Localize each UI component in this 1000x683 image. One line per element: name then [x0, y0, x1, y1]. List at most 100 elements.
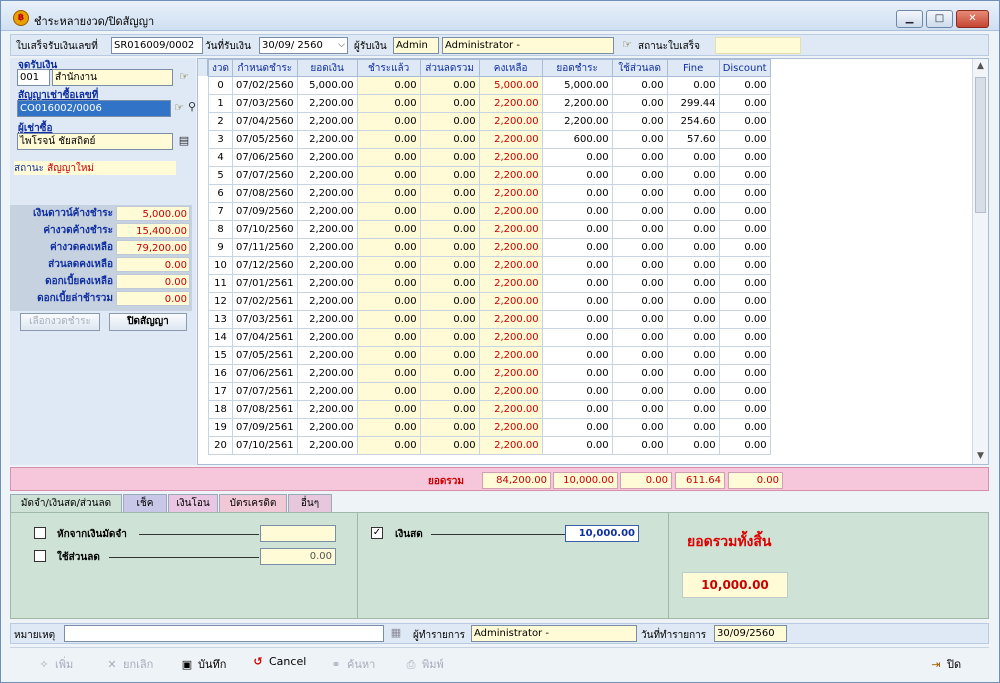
tab-credit-card[interactable]: บัตรเครดิต	[219, 494, 287, 513]
cancel-button[interactable]: ↺ Cancel	[250, 655, 306, 668]
scroll-up-icon[interactable]: ▲	[973, 59, 988, 74]
table-cell: 2,200.00	[296, 274, 358, 293]
remark-field[interactable]	[64, 625, 384, 642]
table-cell: 2,200.00	[296, 382, 358, 401]
table-row[interactable]: 17 07/07/2561 2,200.00 0.00 0.00 2,200.00 0.00…	[208, 382, 771, 401]
column-header[interactable]: ยอดชำระ	[541, 59, 613, 77]
chevron-down-icon[interactable]: ⌵	[338, 38, 345, 53]
table-row[interactable]: 5 07/07/2560 2,200.00 0.00 0.00 2,200.00 0.00 0…	[208, 166, 771, 185]
print-button[interactable]: ⎙ พิมพ์	[403, 655, 444, 673]
add-button[interactable]: ✧ เพิ่ม	[36, 655, 73, 673]
remark-bar: หมายเหตุ ▦ ผู้ทำรายการ Administrator - ว…	[10, 623, 989, 644]
table-row[interactable]: 7 07/09/2560 2,200.00 0.00 0.00 2,200.00 0.00 0…	[208, 202, 771, 221]
table-cell: 2,200.00	[478, 328, 543, 347]
cancel-th-button[interactable]: ✕ ยกเลิก	[104, 655, 153, 673]
table-row[interactable]: 0 07/02/2560 5,000.00 0.00 0.00 5,000.00 5,000…	[208, 76, 771, 95]
scroll-down-icon[interactable]: ▼	[973, 449, 988, 464]
table-cell: 0.00	[541, 238, 613, 257]
maximize-button[interactable]: □	[926, 10, 953, 28]
table-row[interactable]: 2 07/04/2560 2,200.00 0.00 0.00 2,200.00 2,200…	[208, 112, 771, 131]
lookup-icon[interactable]: ☞	[175, 69, 193, 86]
table-row[interactable]: 11 07/01/2561 2,200.00 0.00 0.00 2,200.00 0.00…	[208, 274, 771, 293]
tab-other[interactable]: อื่นๆ	[288, 494, 332, 513]
app-icon: ฿	[13, 10, 29, 26]
save-button[interactable]: ▣ บันทึก	[179, 655, 227, 673]
column-header[interactable]: งวด	[208, 59, 233, 77]
table-row[interactable]: 8 07/10/2560 2,200.00 0.00 0.00 2,200.00 0.00 0…	[208, 220, 771, 239]
lookup-icon[interactable]: ☞	[618, 37, 636, 54]
scroll-thumb[interactable]	[975, 77, 986, 213]
column-header[interactable]: ชำระแล้ว	[356, 59, 421, 77]
table-row[interactable]: 15 07/05/2561 2,200.00 0.00 0.00 2,200.00 0.00…	[208, 346, 771, 365]
select-period-button[interactable]: เลือกงวดชำระ	[20, 313, 100, 331]
table-cell: 299.44	[666, 94, 720, 113]
table-row[interactable]: 4 07/06/2560 2,200.00 0.00 0.00 2,200.00 0.00 0…	[208, 148, 771, 167]
table-row[interactable]: 13 07/03/2561 2,200.00 0.00 0.00 2,200.00 0.00…	[208, 310, 771, 329]
tab-cheque[interactable]: เช็ค	[123, 494, 167, 513]
use-discount-checkbox[interactable]	[34, 550, 46, 562]
contract-no-field[interactable]: CO016002/0006	[17, 100, 171, 117]
table-cell: 15	[208, 346, 233, 365]
table-row[interactable]: 19 07/09/2561 2,200.00 0.00 0.00 2,200.00 0.00…	[208, 418, 771, 437]
table-cell: 0.00	[419, 184, 480, 203]
table-cell: 2,200.00	[296, 94, 358, 113]
table-row[interactable]: 6 07/08/2560 2,200.00 0.00 0.00 2,200.00 0.00 0…	[208, 184, 771, 203]
table-cell: 0.00	[666, 382, 720, 401]
table-row[interactable]: 3 07/05/2560 2,200.00 0.00 0.00 2,200.00 600.0…	[208, 130, 771, 149]
notepad-icon[interactable]: ▦	[387, 625, 405, 642]
column-header[interactable]: คงเหลือ	[478, 59, 543, 77]
table-cell: 0.00	[356, 238, 421, 257]
table-row[interactable]: 10 07/12/2560 2,200.00 0.00 0.00 2,200.00 0.00…	[208, 256, 771, 275]
summary-row: เงินดาวน์ค้างชำระ 5,000.00	[10, 205, 192, 222]
table-row[interactable]: 14 07/04/2561 2,200.00 0.00 0.00 2,200.00 0.00…	[208, 328, 771, 347]
minimize-button[interactable]: ▁	[896, 10, 923, 28]
table-row[interactable]: 20 07/10/2561 2,200.00 0.00 0.00 2,200.00 0.00…	[208, 436, 771, 455]
column-header[interactable]: ส่วนลดรวม	[419, 59, 480, 77]
table-row[interactable]: 9 07/11/2560 2,200.00 0.00 0.00 2,200.00 0.00 0…	[208, 238, 771, 257]
table-cell: 2,200.00	[478, 94, 543, 113]
receiver-code-field[interactable]: Admin	[393, 37, 439, 54]
column-header[interactable]: ใช้ส่วนลด	[611, 59, 668, 77]
table-row[interactable]: 12 07/02/2561 2,200.00 0.00 0.00 2,200.00 0.00…	[208, 292, 771, 311]
table-cell: 2,200.00	[296, 436, 358, 455]
table-cell: 0.00	[419, 220, 480, 239]
close-window-button[interactable]: ✕	[956, 10, 989, 28]
column-header[interactable]: กำหนดชำระ	[232, 59, 298, 77]
table-cell: 0.00	[419, 310, 480, 329]
table-cell: 0.00	[419, 328, 480, 347]
tab-deposit-cash[interactable]: มัดจำ/เงินสด/ส่วนลด	[10, 494, 122, 513]
divider	[139, 534, 259, 535]
table-cell: 0.00	[419, 364, 480, 383]
table-cell: 0.00	[419, 202, 480, 221]
table-cell: 0.00	[666, 274, 720, 293]
exit-button[interactable]: ⇥ ปิด	[928, 655, 961, 673]
table-row[interactable]: 16 07/06/2561 2,200.00 0.00 0.00 2,200.00 0.00…	[208, 364, 771, 383]
use-discount-field[interactable]: 0.00	[260, 548, 336, 565]
column-header[interactable]: ยอดเงิน	[296, 59, 358, 77]
table-cell: 0.00	[419, 346, 480, 365]
deposit-deduct-field[interactable]	[260, 525, 336, 542]
deposit-deduct-checkbox[interactable]	[34, 527, 46, 539]
tab-transfer[interactable]: เงินโอน	[168, 494, 218, 513]
operator-field: Administrator -	[471, 625, 637, 642]
table-row[interactable]: 1 07/03/2560 2,200.00 0.00 0.00 2,200.00 2,200…	[208, 94, 771, 113]
cash-checkbox[interactable]: ✓	[371, 527, 383, 539]
cash-field[interactable]: 10,000.00	[565, 525, 639, 542]
column-header[interactable]: Discount	[718, 59, 771, 77]
payment-point-code-field[interactable]: 001	[17, 69, 50, 86]
table-cell: 12	[208, 292, 233, 311]
column-header[interactable]: Fine	[666, 59, 720, 77]
table-cell: 2,200.00	[478, 256, 543, 275]
search-button[interactable]: ⚭ ค้นหา	[328, 655, 375, 673]
table-row[interactable]: 18 07/08/2561 2,200.00 0.00 0.00 2,200.00 0.00…	[208, 400, 771, 419]
customer-card-icon[interactable]: ▤	[175, 133, 193, 150]
table-cell: 0.00	[541, 256, 613, 275]
close-contract-button[interactable]: ปิดสัญญา	[109, 313, 187, 331]
table-cell: 254.60	[666, 112, 720, 131]
vertical-scrollbar[interactable]: ▲ ▼	[972, 59, 988, 464]
date-picker[interactable]: 30/09/ 2560 ⌵	[259, 37, 348, 54]
receipt-no-field[interactable]: SR016009/0002	[111, 37, 203, 54]
receipt-header: ใบเสร็จรับเงินเลขที่ SR016009/0002 วันที…	[10, 34, 989, 56]
table-cell: 2,200.00	[296, 202, 358, 221]
table-cell: 5,000.00	[541, 76, 613, 95]
